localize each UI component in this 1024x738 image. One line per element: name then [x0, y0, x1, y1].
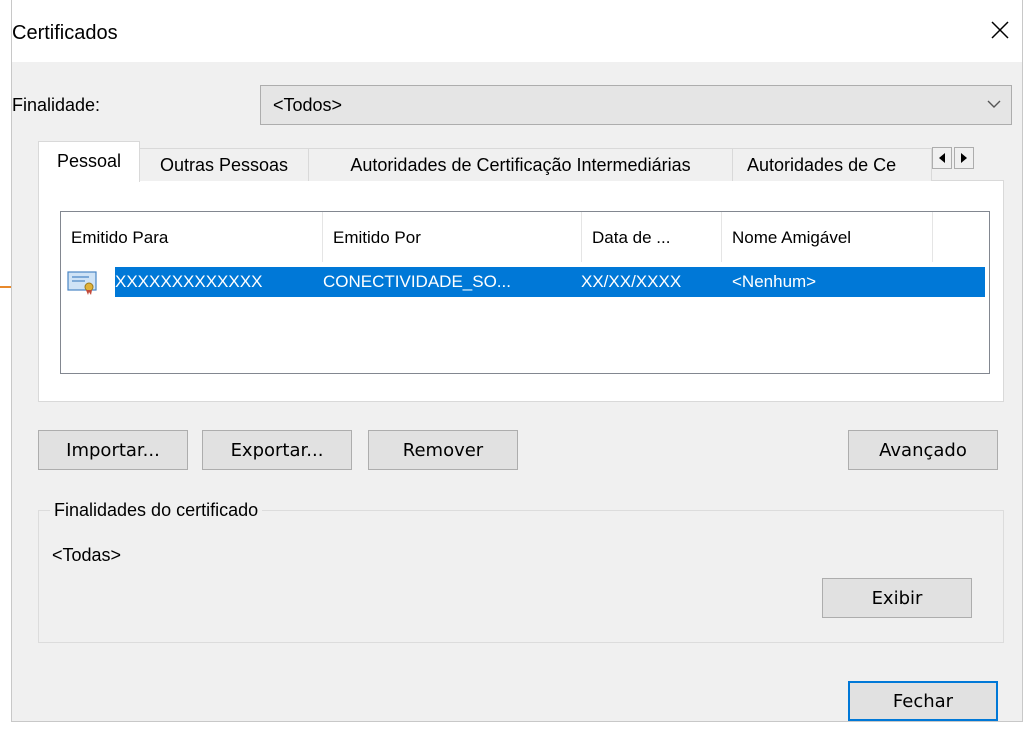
- close-icon: [991, 21, 1009, 39]
- tab-intermediate-authorities-label: Autoridades de Certificação Intermediári…: [350, 155, 691, 175]
- view-button[interactable]: Exibir: [822, 578, 972, 618]
- remove-button-label: Remover: [402, 440, 484, 461]
- tab-personal[interactable]: Pessoal: [38, 141, 140, 182]
- tab-intermediate-authorities[interactable]: Autoridades de Certificação Intermediári…: [308, 148, 733, 181]
- close-button[interactable]: Fechar: [848, 681, 998, 721]
- import-button[interactable]: Importar...: [38, 430, 188, 470]
- column-header-expiry[interactable]: Data de ...: [582, 212, 722, 262]
- export-button[interactable]: Exportar...: [202, 430, 352, 470]
- accent-line: [0, 286, 11, 288]
- tab-personal-label: Pessoal: [56, 151, 122, 171]
- arrow-left-icon: [939, 153, 945, 163]
- cell-expiry: XX/XX/XXXX: [581, 272, 682, 291]
- certificate-icon: [67, 271, 97, 295]
- certificate-purposes-group: [38, 510, 1004, 643]
- table-row[interactable]: XXXXXXXXXXXXX CONECTIVIDADE_SO... XX/XX/…: [115, 267, 985, 297]
- advanced-button-label: Avançado: [879, 440, 967, 461]
- column-header-friendly-name[interactable]: Nome Amigável: [722, 212, 933, 262]
- purpose-dropdown-value: <Todos>: [273, 95, 343, 115]
- export-button-label: Exportar...: [230, 440, 324, 461]
- purpose-dropdown[interactable]: <Todos>: [260, 85, 1012, 125]
- advanced-button[interactable]: Avançado: [848, 430, 998, 470]
- remove-button[interactable]: Remover: [368, 430, 518, 470]
- import-button-label: Importar...: [66, 440, 160, 461]
- tab-root-authorities[interactable]: Autoridades de Ce: [732, 148, 932, 181]
- tab-other-people-label: Outras Pessoas: [159, 155, 289, 175]
- certificate-list[interactable]: Emitido Para Emitido Por Data de ... Nom…: [60, 211, 990, 374]
- title-bar: Certificados: [12, 0, 1022, 62]
- certificate-purposes-value: <Todas>: [52, 545, 122, 565]
- tab-scroll-right-button[interactable]: [954, 147, 974, 169]
- tab-root-authorities-label: Autoridades de Ce: [747, 155, 897, 175]
- cell-friendly-name: <Nenhum>: [732, 272, 817, 291]
- tab-scroll-left-button[interactable]: [932, 147, 952, 169]
- view-button-label: Exibir: [871, 588, 923, 609]
- tab-other-people[interactable]: Outras Pessoas: [139, 148, 309, 181]
- window-title: Certificados: [12, 22, 118, 44]
- column-header-issued-by[interactable]: Emitido Por: [323, 212, 582, 262]
- close-button-label: Fechar: [892, 691, 954, 712]
- close-window-button[interactable]: [978, 10, 1022, 50]
- column-header-friendly-name-label: Nome Amigável: [732, 228, 852, 247]
- purpose-label: Finalidade:: [12, 95, 100, 116]
- column-header-issued-by-label: Emitido Por: [333, 228, 421, 247]
- purpose-label-text: Finalidade:: [12, 95, 101, 115]
- chevron-down-icon: [987, 100, 1001, 108]
- column-header-expiry-label: Data de ...: [592, 228, 671, 247]
- column-header-issued-to[interactable]: Emitido Para: [61, 212, 323, 262]
- certificates-dialog: Certificados Finalidade: <Todos> Pessoal…: [11, 0, 1023, 722]
- arrow-right-icon: [961, 153, 967, 163]
- cell-issued-to: XXXXXXXXXXXXX: [115, 272, 263, 291]
- column-header-issued-to-label: Emitido Para: [71, 228, 169, 247]
- cell-issued-by: CONECTIVIDADE_SO...: [323, 272, 511, 291]
- certificate-purposes-title: Finalidades do certificado: [50, 500, 263, 521]
